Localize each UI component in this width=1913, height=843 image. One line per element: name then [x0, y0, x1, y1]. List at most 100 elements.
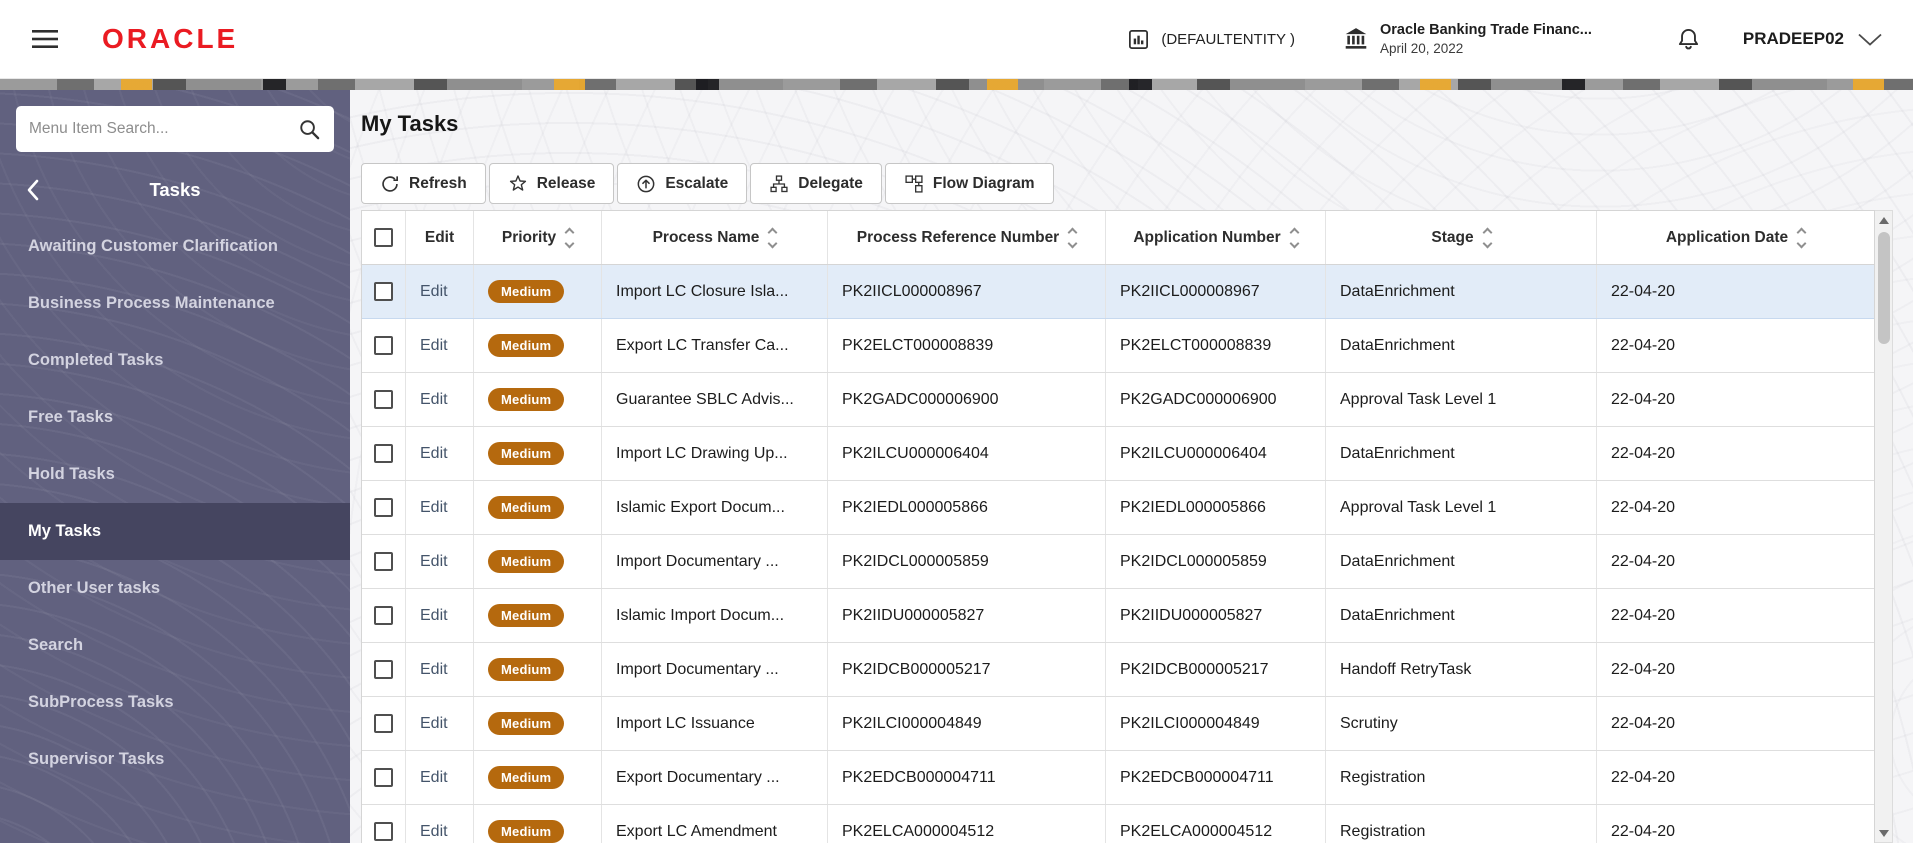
application-date-cell: 22-04-20	[1611, 660, 1676, 678]
flow-diagram-icon	[905, 174, 923, 193]
table-body: Edit Medium Import LC Closure Isla... PK…	[362, 265, 1874, 843]
row-checkbox[interactable]	[374, 390, 393, 409]
column-label-process-reference-number: Process Reference Number	[856, 228, 1060, 246]
vertical-scrollbar[interactable]	[1875, 210, 1893, 843]
row-checkbox-cell	[362, 589, 406, 642]
application-number-cell: PK2ILCI000004849	[1106, 697, 1326, 750]
sidebar-item-other-user-tasks[interactable]: Other User tasks	[0, 560, 350, 617]
user-menu[interactable]: PRADEEP02	[1743, 29, 1887, 49]
row-checkbox[interactable]	[374, 282, 393, 301]
scroll-up-icon	[1878, 216, 1889, 224]
row-checkbox[interactable]	[374, 714, 393, 733]
row-checkbox[interactable]	[374, 606, 393, 625]
row-checkbox[interactable]	[374, 444, 393, 463]
sidebar-item-subprocess-tasks[interactable]: SubProcess Tasks	[0, 674, 350, 731]
row-checkbox[interactable]	[374, 660, 393, 679]
stage-cell: Handoff RetryTask	[1326, 643, 1597, 696]
edit-link[interactable]: Edit	[420, 715, 448, 733]
sort-icon[interactable]	[1289, 227, 1300, 248]
column-header-priority[interactable]: Priority	[474, 211, 602, 264]
column-header-edit[interactable]: Edit	[406, 211, 474, 264]
row-checkbox-cell	[362, 805, 406, 843]
release-button[interactable]: Release	[488, 163, 615, 204]
sort-icon[interactable]	[1067, 227, 1078, 248]
edit-cell: Edit	[406, 373, 474, 426]
app-name: Oracle Banking Trade Financ...	[1379, 22, 1592, 38]
priority-cell: Medium	[474, 751, 602, 804]
main-content: My Tasks Refresh Release Escalate Delega…	[350, 90, 1913, 843]
row-checkbox-cell	[362, 373, 406, 426]
sidebar-item-supervisor-tasks[interactable]: Supervisor Tasks	[0, 731, 350, 788]
delegate-button[interactable]: Delegate	[750, 163, 882, 204]
row-checkbox[interactable]	[374, 552, 393, 571]
stage-cell: DataEnrichment	[1326, 589, 1597, 642]
edit-link[interactable]: Edit	[420, 391, 448, 409]
process-reference-cell: PK2ELCA000004512	[828, 805, 1106, 843]
stage-cell: Registration	[1326, 751, 1597, 804]
page-title: My Tasks	[361, 111, 459, 136]
priority-cell: Medium	[474, 265, 602, 318]
sidebar-item-my-tasks[interactable]: My Tasks	[0, 503, 350, 560]
edit-link[interactable]: Edit	[420, 337, 448, 355]
collapse-menu-button[interactable]	[22, 175, 43, 205]
edit-link[interactable]: Edit	[420, 499, 448, 517]
sidebar-item-label: Completed Tasks	[28, 351, 164, 369]
hamburger-menu-button[interactable]	[26, 23, 64, 55]
application-number-cell: PK2IDCL000005859	[1106, 535, 1326, 588]
table-row: Edit Medium Export LC Transfer Ca... PK2…	[362, 319, 1874, 373]
flow-diagram-button[interactable]: Flow Diagram	[884, 163, 1054, 204]
process-name-cell: Import Documentary ...	[602, 643, 828, 696]
sidebar-item-hold-tasks[interactable]: Hold Tasks	[0, 446, 350, 503]
priority-badge: Medium	[488, 712, 565, 735]
select-all-checkbox[interactable]	[374, 228, 393, 247]
edit-link[interactable]: Edit	[420, 553, 448, 571]
column-header-process-reference-number[interactable]: Process Reference Number	[828, 211, 1106, 264]
menu-search-input[interactable]	[29, 120, 298, 138]
row-checkbox[interactable]	[374, 336, 393, 355]
escalate-button[interactable]: Escalate	[617, 163, 748, 204]
search-icon[interactable]	[298, 118, 321, 141]
sort-icon[interactable]	[564, 227, 575, 248]
entity-selector[interactable]: (DEFAULTENTITY )	[1103, 28, 1319, 51]
notifications-button[interactable]	[1676, 27, 1701, 52]
scroll-up-button[interactable]	[1875, 211, 1892, 229]
edit-link[interactable]: Edit	[420, 283, 448, 301]
edit-link[interactable]: Edit	[420, 445, 448, 463]
scroll-down-button[interactable]	[1875, 824, 1892, 842]
edit-link[interactable]: Edit	[420, 823, 448, 841]
stage-cell: Scrutiny	[1326, 697, 1597, 750]
row-checkbox-cell	[362, 481, 406, 534]
row-checkbox[interactable]	[374, 768, 393, 787]
process-reference-cell: PK2EDCB000004711	[828, 751, 1106, 804]
scrollbar-thumb[interactable]	[1877, 232, 1890, 344]
sidebar-item-awaiting-customer-clarification[interactable]: Awaiting Customer Clarification	[0, 218, 350, 275]
stage-cell: Approval Task Level 1	[1326, 481, 1597, 534]
sidebar-item-completed-tasks[interactable]: Completed Tasks	[0, 332, 350, 389]
row-checkbox-cell	[362, 319, 406, 372]
sidebar-item-search[interactable]: Search	[0, 617, 350, 674]
edit-link[interactable]: Edit	[420, 769, 448, 787]
priority-badge: Medium	[488, 820, 565, 843]
row-checkbox[interactable]	[374, 822, 393, 841]
oracle-logo: ORACLE	[102, 23, 239, 54]
edit-link[interactable]: Edit	[420, 661, 448, 679]
column-header-stage[interactable]: Stage	[1326, 211, 1597, 264]
sidebar-item-business-process-maintenance[interactable]: Business Process Maintenance	[0, 275, 350, 332]
application-date-cell: 22-04-20	[1611, 444, 1676, 462]
edit-link[interactable]: Edit	[420, 607, 448, 625]
application-number-cell: PK2ELCA000004512	[1106, 805, 1326, 843]
sort-icon[interactable]	[767, 227, 778, 248]
row-checkbox[interactable]	[374, 498, 393, 517]
sidebar-item-label: Free Tasks	[28, 408, 113, 426]
refresh-button[interactable]: Refresh	[361, 163, 486, 204]
column-header-application-number[interactable]: Application Number	[1106, 211, 1326, 264]
column-header-process-name[interactable]: Process Name	[602, 211, 828, 264]
priority-badge: Medium	[488, 280, 565, 303]
column-header-application-date[interactable]: Application Date	[1597, 211, 1874, 264]
sort-icon[interactable]	[1796, 227, 1807, 248]
process-reference-cell: PK2ILCU000006404	[828, 427, 1106, 480]
sort-icon[interactable]	[1482, 227, 1493, 248]
menu-search	[16, 106, 334, 152]
stage-cell: DataEnrichment	[1326, 427, 1597, 480]
sidebar-item-free-tasks[interactable]: Free Tasks	[0, 389, 350, 446]
